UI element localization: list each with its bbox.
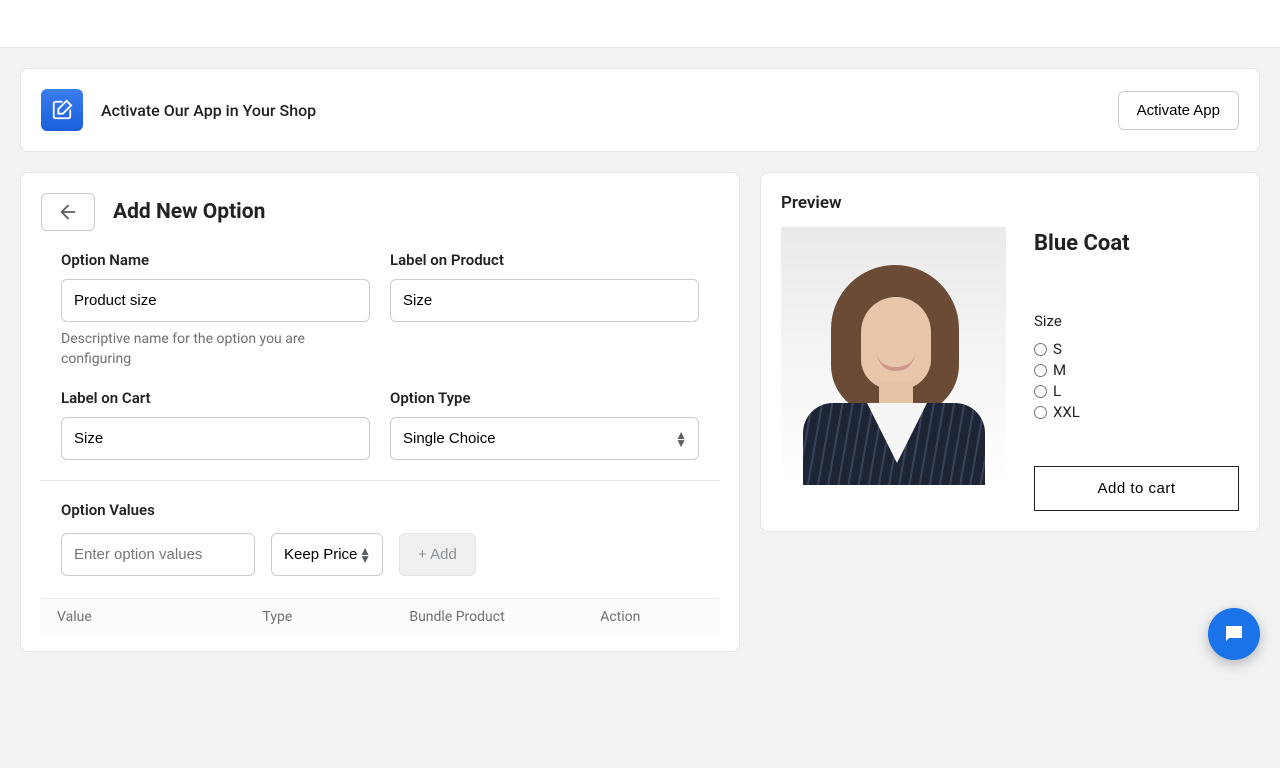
col-bundle: Bundle Product — [409, 609, 600, 625]
page-title: Add New Option — [113, 200, 265, 224]
option-type-label: Option Type — [390, 389, 699, 407]
size-option[interactable]: L — [1034, 382, 1239, 400]
option-values-heading: Option Values — [61, 501, 699, 519]
size-option[interactable]: M — [1034, 361, 1239, 379]
chat-icon — [1222, 622, 1246, 646]
size-radio[interactable] — [1034, 385, 1047, 398]
size-radio[interactable] — [1034, 406, 1047, 419]
product-name: Blue Coat — [1034, 231, 1239, 256]
add-to-cart-button[interactable]: Add to cart — [1034, 466, 1239, 511]
option-name-input[interactable] — [61, 279, 370, 322]
product-image — [781, 227, 1006, 485]
size-text: XXL — [1053, 403, 1080, 421]
preview-option-label: Size — [1034, 312, 1239, 330]
top-bar — [0, 0, 1280, 48]
option-name-helper: Descriptive name for the option you are … — [61, 330, 370, 369]
size-radio[interactable] — [1034, 343, 1047, 356]
activate-banner: Activate Our App in Your Shop Activate A… — [20, 68, 1260, 152]
size-radio[interactable] — [1034, 364, 1047, 377]
option-value-input[interactable] — [61, 533, 255, 576]
size-option[interactable]: S — [1034, 340, 1239, 358]
values-table-header: Value Type Bundle Product Action — [41, 598, 719, 635]
preview-card: Preview Blue Coat Size S M L — [760, 172, 1260, 532]
chat-fab[interactable] — [1208, 608, 1260, 660]
label-on-product-label: Label on Product — [390, 251, 699, 269]
label-on-cart-label: Label on Cart — [61, 389, 370, 407]
arrow-left-icon — [57, 201, 79, 223]
option-type-select[interactable]: Single Choice — [390, 417, 699, 460]
back-button[interactable] — [41, 193, 95, 231]
col-action: Action — [600, 609, 703, 625]
label-on-product-input[interactable] — [390, 279, 699, 322]
add-value-button[interactable]: + Add — [399, 533, 476, 576]
option-form-card: Add New Option Option Name Descriptive n… — [20, 172, 740, 652]
size-option[interactable]: XXL — [1034, 403, 1239, 421]
label-on-cart-input[interactable] — [61, 417, 370, 460]
option-name-label: Option Name — [61, 251, 370, 269]
size-text: L — [1053, 382, 1061, 400]
banner-title: Activate Our App in Your Shop — [101, 101, 316, 120]
size-radio-group: S M L XXL — [1034, 340, 1239, 421]
col-type: Type — [263, 609, 410, 625]
price-behavior-select[interactable]: Keep Price — [271, 533, 383, 576]
size-text: M — [1053, 361, 1066, 379]
preview-heading: Preview — [781, 193, 1239, 213]
app-logo-icon — [41, 89, 83, 131]
size-text: S — [1053, 340, 1062, 358]
activate-app-button[interactable]: Activate App — [1118, 91, 1239, 130]
col-value: Value — [57, 609, 263, 625]
